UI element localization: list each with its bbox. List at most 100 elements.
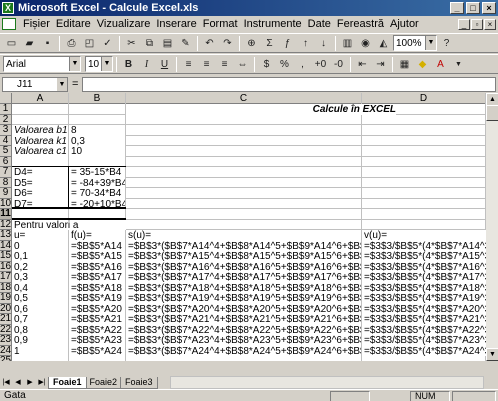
cell-c21[interactable]: =$B$3*($B$7*A21^4+$B$8*A21^5+$B$9*A21^6+…	[126, 314, 361, 325]
paste-icon[interactable]: ▤	[159, 35, 176, 52]
row-header[interactable]: 23	[0, 334, 12, 346]
cell-a5[interactable]: Valoarea c1	[12, 146, 68, 157]
autosum-icon[interactable]: Σ	[261, 35, 278, 52]
menu-window[interactable]: Fereastră	[334, 18, 387, 30]
cell-a24[interactable]: 1	[12, 345, 68, 356]
cell-c16[interactable]: =$B$3*($B$7*A16^4+$B$8*A16^5+$B$9*A16^6+…	[126, 261, 361, 272]
cell-a18[interactable]: 0,4	[12, 282, 68, 293]
zoom-select[interactable]: 100% ▼	[393, 35, 437, 51]
column-header[interactable]: D	[362, 93, 486, 104]
menu-data[interactable]: Date	[305, 18, 334, 30]
row-header[interactable]: 17	[0, 271, 12, 283]
chevron-down-icon[interactable]: ▼	[425, 36, 436, 50]
cell-a13[interactable]: u=	[12, 230, 68, 241]
menu-view[interactable]: Vizualizare	[94, 18, 154, 30]
sheet-tab-foaie2[interactable]: Foaie2	[84, 376, 123, 389]
first-sheet-icon[interactable]: |◀	[0, 377, 12, 389]
menu-edit[interactable]: Editare	[53, 18, 94, 30]
prev-sheet-icon[interactable]: ◀	[12, 377, 24, 389]
cell-d17[interactable]: =$3$3/$B$5*(4*$B$7*A17^3+5*$B	[362, 272, 486, 283]
cell-d19[interactable]: =$3$3/$B$5*(4*$B$7*A19^3+5*$B	[362, 293, 486, 304]
cell-c1[interactable]: Calcule în EXCEL	[126, 104, 396, 115]
spellcheck-icon[interactable]: ✓	[99, 35, 116, 52]
open-icon[interactable]: ▰	[21, 35, 38, 52]
row-header[interactable]: 19	[0, 292, 12, 304]
cell-c14[interactable]: =$B$3*($B$7*A14^4+$B$8*A14^5+$B$9*A14^6+…	[126, 240, 361, 251]
row-header[interactable]: 3	[0, 124, 12, 136]
sheet-tab-foaie1[interactable]: Foaie1	[48, 376, 87, 389]
cell-a14[interactable]: 0	[12, 240, 68, 251]
horizontal-scrollbar[interactable]	[170, 376, 484, 389]
cell-b15[interactable]: =$B$5*A15	[69, 251, 125, 262]
save-icon[interactable]: ▪	[39, 35, 56, 52]
name-box[interactable]: J11 ▼	[2, 76, 68, 92]
cell-d20[interactable]: =$3$3/$B$5*(4*$B$7*A20^3+5*$B	[362, 303, 486, 314]
cell-a15[interactable]: 0,1	[12, 251, 68, 262]
redo-icon[interactable]: ↷	[219, 35, 236, 52]
close-button[interactable]: ×	[482, 2, 496, 14]
cell-b24[interactable]: =$B$5*A24	[69, 345, 125, 356]
function-icon[interactable]: ƒ	[279, 35, 296, 52]
menu-help[interactable]: Ajutor	[387, 18, 422, 30]
doc-minimize-button[interactable]: _	[458, 18, 470, 30]
chevron-down-icon[interactable]: ▼	[57, 77, 67, 91]
cell-a16[interactable]: 0,2	[12, 261, 68, 272]
row-header[interactable]: 21	[0, 313, 12, 325]
copy-icon[interactable]: ⧉	[141, 35, 158, 52]
underline-button[interactable]: U	[156, 56, 173, 73]
fill-color-icon[interactable]: ◆	[414, 56, 431, 73]
doc-close-button[interactable]: ×	[484, 18, 496, 30]
font-color-icon[interactable]: A	[432, 56, 449, 73]
last-sheet-icon[interactable]: ▶|	[36, 377, 48, 389]
cell-a23[interactable]: 0,9	[12, 335, 68, 346]
cell-b20[interactable]: =$B$5*A20	[69, 303, 125, 314]
cell-b23[interactable]: =$B$5*A23	[69, 335, 125, 346]
decrease-decimal-icon[interactable]: -0	[330, 56, 347, 73]
cell-a4[interactable]: Valoarea k1	[12, 135, 68, 146]
print-icon[interactable]: ⎙	[63, 35, 80, 52]
cell-d24[interactable]: =$3$3/$B$5*(4*$B$7*A24^3+5*$B	[362, 345, 486, 356]
merge-center-icon[interactable]: ⇔	[234, 56, 251, 73]
increase-indent-icon[interactable]: ⇥	[372, 56, 389, 73]
align-left-icon[interactable]: ≡	[180, 56, 197, 73]
font-select[interactable]: Arial ▼	[3, 56, 81, 72]
align-center-icon[interactable]: ≡	[198, 56, 215, 73]
row-header[interactable]: 1	[0, 103, 12, 115]
excel-icon[interactable]: X	[2, 2, 14, 14]
doc-restore-button[interactable]: ▫	[471, 18, 483, 30]
cell-c24[interactable]: =$B$3*($B$7*A24^4+$B$8*A24^5+$B$9*A24^6+…	[126, 345, 361, 356]
chart-wizard-icon[interactable]: ▥	[339, 35, 356, 52]
decrease-indent-icon[interactable]: ⇤	[354, 56, 371, 73]
cell-b19[interactable]: =$B$5*A19	[69, 293, 125, 304]
column-header[interactable]: C	[126, 93, 362, 104]
maximize-button[interactable]: □	[466, 2, 480, 14]
formula-input[interactable]	[82, 76, 496, 92]
cell-b3[interactable]: 8	[69, 125, 125, 136]
print-preview-icon[interactable]: ◰	[81, 35, 98, 52]
drawing-icon[interactable]: ◭	[375, 35, 392, 52]
cell-d23[interactable]: =$3$3/$B$5*(4*$B$7*A23^3+5*$B	[362, 335, 486, 346]
cell-b13[interactable]: f(u)=	[69, 230, 125, 241]
row-header[interactable]: 15	[0, 250, 12, 262]
scroll-thumb[interactable]	[486, 105, 498, 121]
cell-a20[interactable]: 0,6	[12, 303, 68, 314]
row-header[interactable]: 7	[0, 166, 12, 178]
spreadsheet-grid[interactable]: ▲ ▼ A B C D 1 Calcule în EXCEL 2 3 Valoarea b1 8 4…	[0, 93, 498, 361]
cell-c13[interactable]: s(u)=	[126, 230, 361, 241]
hyperlink-icon[interactable]: ⊕	[243, 35, 260, 52]
italic-button[interactable]: I	[138, 56, 155, 73]
align-right-icon[interactable]: ≡	[216, 56, 233, 73]
menu-file[interactable]: Fișier	[20, 18, 53, 30]
undo-icon[interactable]: ↶	[201, 35, 218, 52]
cell-b14[interactable]: =$B$5*A14	[69, 240, 125, 251]
cell-d13[interactable]: v(u)=	[362, 230, 486, 241]
column-header[interactable]: A	[12, 93, 69, 104]
font-size-select[interactable]: 10 ▼	[85, 56, 113, 72]
vertical-scrollbar[interactable]: ▲ ▼	[485, 93, 498, 361]
cell-b4[interactable]: 0,3	[69, 135, 125, 146]
cell-d14[interactable]: =$3$3/$B$5*(4*$B$7*A14^3+5*$B	[362, 240, 486, 251]
cell-d16[interactable]: =$3$3/$B$5*(4*$B$7*A16^3+5*$B	[362, 261, 486, 272]
row-header[interactable]: 5	[0, 145, 12, 157]
cell-c15[interactable]: =$B$3*($B$7*A15^4+$B$8*A15^5+$B$9*A15^6+…	[126, 251, 361, 262]
borders-icon[interactable]: ▦	[396, 56, 413, 73]
